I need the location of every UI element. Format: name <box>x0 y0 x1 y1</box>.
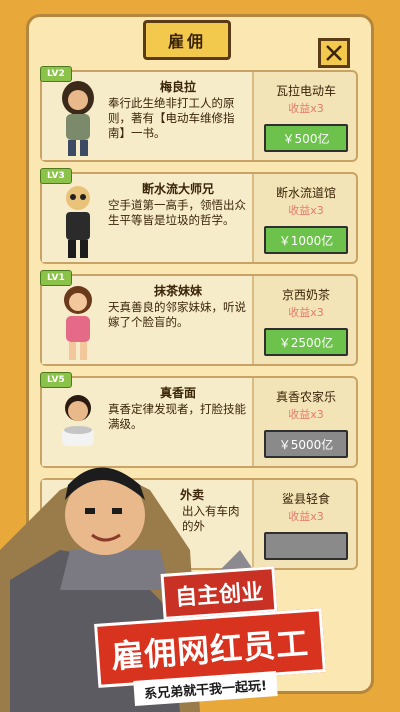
hire-button[interactable]: ￥500亿 <box>264 124 348 152</box>
gain-text: 收益x3 <box>288 306 324 319</box>
avatar <box>66 186 90 258</box>
shop-name: 断水流道馆 <box>275 186 336 200</box>
shop-name: 京西奶茶 <box>281 288 330 302</box>
employee-name: 抹茶妹妹 <box>153 284 202 298</box>
employee-desc: 奉行此生绝非打工人的原则，著有【电动车维修指南】一书。 <box>108 96 235 140</box>
hire-button[interactable]: ￥2500亿 <box>264 328 348 356</box>
hire-card: LV2 梅良拉 奉行此生绝非打工人的原则，著有【电动车维修指南】一书。 瓦拉电动… <box>40 66 358 162</box>
employee-name: 断水流大师兄 <box>141 182 214 196</box>
employee-name: 梅良拉 <box>159 80 196 94</box>
title-text: 雇佣 <box>167 32 206 51</box>
gain-text: 收益x3 <box>288 102 324 115</box>
hire-card: LV3 断水流大师兄 空手道第一高手，领悟出众生平等皆是垃圾的哲学。 断水流道馆… <box>40 168 358 264</box>
hire-button[interactable]: ￥1000亿 <box>264 226 348 254</box>
employee-name: 真香面 <box>159 386 196 400</box>
avatar <box>64 286 92 360</box>
hire-card: LV1 抹茶妹妹 天真善良的邻家妹妹，听说嫁了个脸盲的。 京西奶茶 收益x3 ￥… <box>40 270 358 366</box>
shop-name: 真香农家乐 <box>275 390 336 404</box>
employee-desc: 空手道第一高手，领悟出众生平等皆是垃圾的哲学。 <box>108 198 246 227</box>
employee-desc: 天真善良的邻家妹妹，听说嫁了个脸盲的。 <box>108 300 246 329</box>
employee-desc: 真香定律发现者，打脸技能满级。 <box>108 402 246 431</box>
close-button[interactable] <box>318 38 350 68</box>
page-title: 雇佣 <box>143 20 231 60</box>
gain-text: 收益x3 <box>288 204 324 217</box>
close-icon <box>326 45 342 61</box>
gain-text: 收益x3 <box>288 408 324 421</box>
avatar <box>62 81 94 156</box>
shop-name: 瓦拉电动车 <box>275 84 336 98</box>
